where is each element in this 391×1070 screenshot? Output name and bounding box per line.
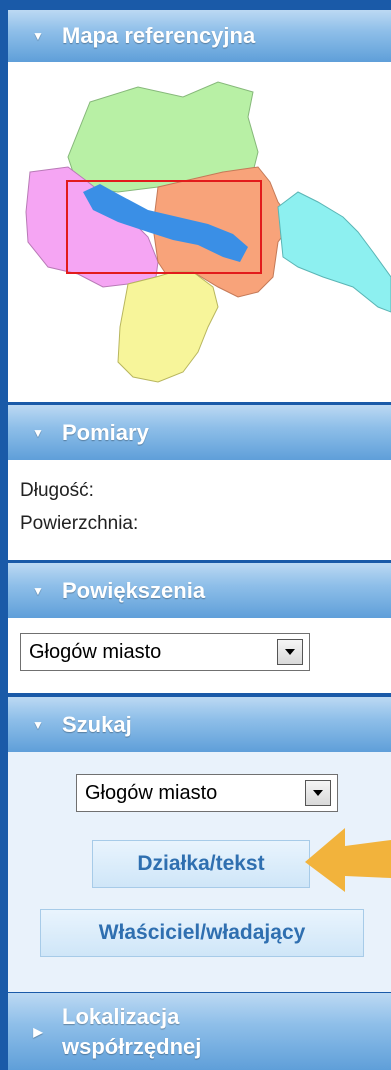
search-select[interactable]: Głogów miasto [76, 774, 338, 812]
area-label: Powierzchnia: [20, 513, 139, 534]
map-region-far-east [277, 191, 391, 313]
triangle-down-icon: ▼ [32, 29, 44, 43]
coords-panel-header[interactable]: ▶ Lokalizacja współrzędnej [8, 993, 391, 1070]
search-select-value: Głogów miasto [85, 781, 218, 804]
search-panel-title: Szukaj [62, 711, 132, 737]
dropdown-arrow-icon[interactable] [277, 639, 303, 665]
measure-panel-header[interactable]: ▼ Pomiary [8, 405, 391, 460]
triangle-down-icon: ▼ [32, 425, 44, 440]
parcel-search-button[interactable]: Działka/tekst [92, 840, 310, 888]
zoom-panel-title: Powiększenia [62, 577, 206, 603]
owner-search-button[interactable]: Właściciel/władający [40, 909, 364, 957]
coords-title-line2: współrzędnej [62, 1033, 202, 1059]
zoom-panel-header[interactable]: ▼ Powiększenia [8, 563, 391, 618]
reference-map-image [25, 81, 391, 383]
length-label: Długość: [20, 480, 94, 501]
zoom-select[interactable]: Głogów miasto [20, 633, 310, 671]
triangle-down-icon: ▼ [32, 717, 44, 732]
map-panel-title: Mapa referencyjna [62, 23, 256, 48]
coords-panel-title: Lokalizacja współrzędnej [62, 1002, 201, 1062]
triangle-down-icon: ▼ [32, 583, 44, 598]
map-region-south [117, 271, 219, 383]
zoom-panel-body: Głogów miasto [8, 618, 391, 693]
triangle-right-icon: ▶ [33, 1024, 43, 1039]
zoom-select-value: Głogów miasto [29, 640, 162, 663]
callout-arrow-icon [305, 828, 391, 892]
measure-panel-title: Pomiary [62, 419, 149, 445]
measure-panel-body: Długość: Powierzchnia: [8, 460, 391, 560]
map-panel-header[interactable]: ▼ Mapa referencyjna [8, 10, 391, 62]
reference-map[interactable] [8, 62, 391, 402]
coords-title-line1: Lokalizacja [62, 1003, 180, 1029]
search-panel-header[interactable]: ▼ Szukaj [8, 697, 391, 752]
dropdown-arrow-icon[interactable] [305, 780, 331, 806]
